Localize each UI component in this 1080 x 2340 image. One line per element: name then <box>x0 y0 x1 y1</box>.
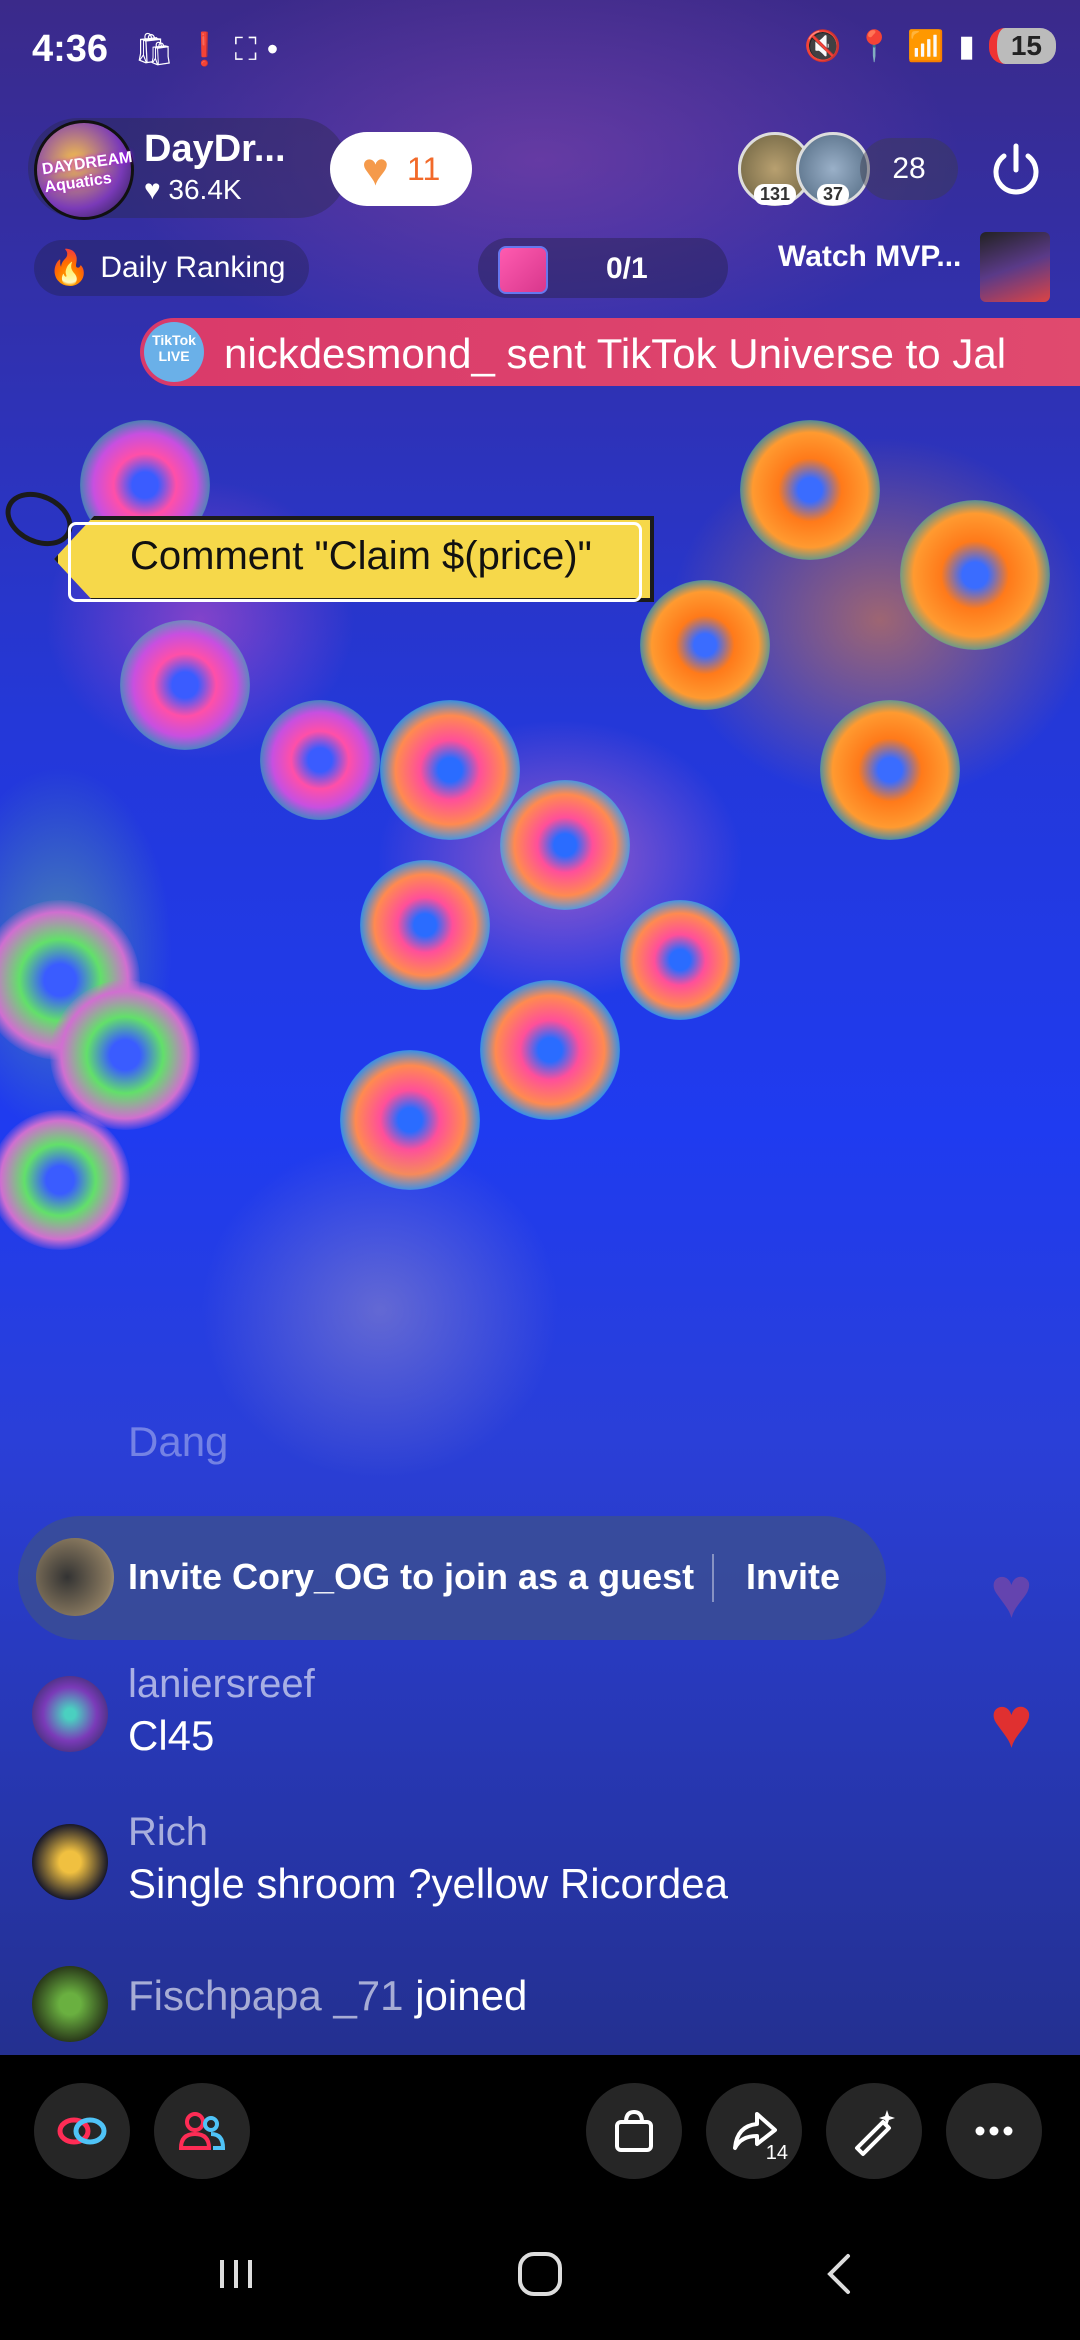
watch-mvp-label[interactable]: Watch MVP... <box>778 240 961 274</box>
gift-goal[interactable]: 0/1 <box>478 238 728 298</box>
comment-username[interactable]: laniersreef <box>128 1662 315 1707</box>
claim-tag-text: Comment "Claim $(price)" <box>130 534 592 578</box>
daily-ranking-button[interactable]: 🔥 Daily Ranking <box>34 240 310 296</box>
list-item[interactable]: laniersreef Cl45 <box>32 1662 932 1786</box>
list-item[interactable]: Rich Single shroom ?yellow Ricordea <box>32 1810 932 1934</box>
gift-banner: TikTok LIVE nickdesmond_ sent TikTok Uni… <box>140 318 1080 386</box>
coral-decor <box>640 580 770 710</box>
back-button[interactable] <box>780 2229 900 2319</box>
coral-decor <box>120 620 250 750</box>
host-avatar[interactable]: DAYDREAM Aquatics <box>34 120 134 220</box>
comment-username[interactable]: Rich <box>128 1810 208 1855</box>
ranking-label: Daily Ranking <box>100 251 286 284</box>
system-icons: 🔇 📍 📶 ▮ 15 <box>804 28 1056 64</box>
tiktok-live-badge: TikTok LIVE <box>144 322 204 382</box>
coral-decor <box>380 700 520 840</box>
gift-banner-text: nickdesmond_ sent TikTok Universe to Jal <box>224 330 1007 377</box>
viewer-badge: 131 <box>753 184 797 205</box>
shop-icon: 🛍 <box>134 31 185 67</box>
flame-icon: 🔥 <box>48 249 91 287</box>
like-button[interactable]: ♥ 11 <box>330 132 472 206</box>
comment-username[interactable]: Fischpapa _71 <box>128 1972 404 2019</box>
viewer-count[interactable]: 28 <box>860 138 958 200</box>
battery-indicator: 15 <box>988 28 1056 64</box>
comment-message: Cl45 <box>128 1712 215 1759</box>
more-button[interactable] <box>946 2083 1042 2179</box>
alert-icon: ❗ <box>184 31 235 67</box>
coral-decor <box>900 500 1050 650</box>
comment-message: Single shroom ?yellow Ricordea <box>128 1860 728 1907</box>
guest-invite-text: Invite Cory_OG to join as a guest <box>128 1556 695 1597</box>
share-button[interactable]: 14 <box>706 2083 802 2179</box>
list-item[interactable]: Fischpapa _71 joined <box>32 1966 932 2046</box>
recents-button[interactable] <box>176 2229 296 2319</box>
people-icon <box>178 2112 226 2150</box>
recents-icon <box>220 2260 252 2288</box>
divider <box>712 1554 714 1602</box>
heart-icon: ♥ <box>144 174 161 205</box>
effects-button[interactable] <box>826 2083 922 2179</box>
claim-tag: Comment "Claim $(price)" <box>0 481 654 602</box>
coral-decor <box>820 700 960 840</box>
wifi-icon: 📶 <box>906 29 945 63</box>
like-count: 11 <box>407 150 441 187</box>
system-navigation-bar <box>0 2205 1080 2340</box>
heart-icon: ♥ <box>990 1683 1033 1763</box>
shop-button[interactable] <box>586 2083 682 2179</box>
shopping-bag-icon <box>615 2109 653 2152</box>
guest-invite-banner[interactable]: Invite Cory_OG to join as a guest Invite <box>18 1516 886 1640</box>
avatar[interactable] <box>32 1676 108 1752</box>
heart-icon: ♥ <box>990 1553 1033 1633</box>
status-time: 4:36 <box>32 28 109 70</box>
live-toolbar: 14 <box>0 2055 1080 2205</box>
dot-icon: • <box>266 31 289 67</box>
host-avatar-logo: DAYDREAM Aquatics <box>40 148 134 197</box>
coral-decor <box>620 900 740 1020</box>
coral-decor <box>500 780 630 910</box>
screen-capture-icon: ⛶ <box>234 31 267 67</box>
magic-wand-icon <box>855 2110 895 2156</box>
gift-goal-icon <box>498 246 548 294</box>
coral-decor <box>50 980 200 1130</box>
host-likes-count: 36.4K <box>168 174 242 205</box>
mvp-thumbnail[interactable] <box>980 232 1050 302</box>
join-message: Fischpapa _71 joined <box>128 1972 527 2020</box>
guest-avatar <box>36 1538 114 1616</box>
coral-decor <box>260 700 380 820</box>
link-icon <box>57 2117 107 2145</box>
home-button[interactable] <box>480 2229 600 2319</box>
guests-button[interactable] <box>154 2083 250 2179</box>
back-icon <box>827 2254 850 2294</box>
viewer-badge: 37 <box>816 184 850 205</box>
notification-icons: 🛍❗⛶• <box>134 30 288 69</box>
coral-decor <box>360 860 490 990</box>
more-icon <box>975 2126 1013 2136</box>
share-count: 14 <box>765 2142 788 2164</box>
avatar[interactable] <box>32 1966 108 2042</box>
location-icon: 📍 <box>855 29 893 63</box>
coral-decor <box>0 1110 130 1250</box>
gift-goal-progress: 0/1 <box>606 252 648 285</box>
signal-icon: ▮ <box>958 29 975 63</box>
join-text: joined <box>415 1972 528 2019</box>
coral-decor <box>740 420 880 560</box>
mute-icon: 🔇 <box>804 29 842 63</box>
avatar[interactable] <box>32 1824 108 1900</box>
rock-decor <box>200 1140 560 1480</box>
viewer-avatar[interactable]: 37 <box>796 132 870 206</box>
invite-button[interactable]: Invite <box>746 1556 840 1598</box>
host-likes: ♥ 36.4K <box>144 174 242 206</box>
host-name: DayDr... <box>144 128 286 170</box>
multi-guest-button[interactable] <box>34 2083 130 2179</box>
coral-decor <box>480 980 620 1120</box>
host-card[interactable]: DAYDREAM Aquatics DayDr... ♥ 36.4K <box>28 118 348 220</box>
faded-comment: Dang <box>128 1418 229 1465</box>
status-bar: 4:36 🛍❗⛶• 🔇 📍 📶 ▮ 15 <box>0 0 1080 100</box>
home-icon <box>518 2252 562 2296</box>
power-icon[interactable] <box>984 138 1048 202</box>
heart-icon: ♥ <box>361 143 390 195</box>
